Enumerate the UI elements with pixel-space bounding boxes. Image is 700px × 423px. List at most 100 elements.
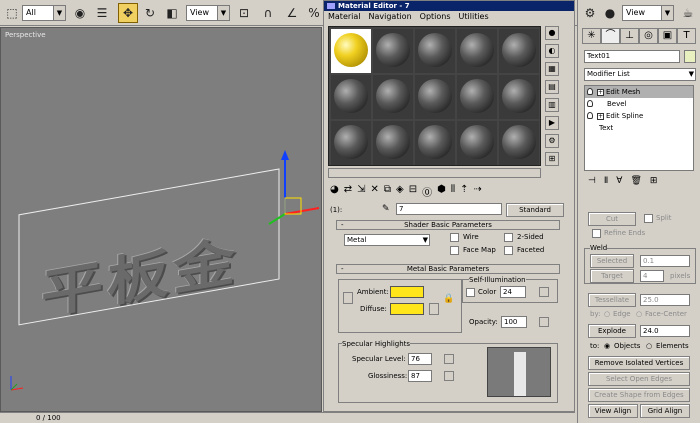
stack-item-edit-mesh[interactable]: + Edit Mesh: [585, 86, 693, 98]
modify-tab-icon[interactable]: ⌒: [601, 28, 620, 44]
shader-dropdown[interactable]: Metal ▼: [344, 234, 430, 246]
face-map-checkbox[interactable]: [450, 246, 459, 255]
wire-checkbox[interactable]: [450, 233, 459, 242]
show-end-result-icon[interactable]: Ⅱ: [604, 176, 608, 190]
create-tab-icon[interactable]: ✳: [582, 28, 601, 44]
sample-slot[interactable]: [499, 75, 539, 119]
refine-ends-checkbox[interactable]: [592, 229, 601, 238]
right-coord-dropdown[interactable]: View ▼: [622, 5, 674, 21]
material-editor-title[interactable]: Material Editor - 7: [324, 1, 574, 11]
expand-icon[interactable]: +: [597, 113, 604, 120]
lightbulb-icon[interactable]: [587, 112, 593, 119]
remove-modifier-icon[interactable]: 🗑: [630, 176, 641, 190]
metal-basic-rollout-header[interactable]: - Metal Basic Parameters: [336, 264, 560, 274]
move-icon[interactable]: ✥: [118, 3, 138, 23]
opacity-map-button[interactable]: [539, 317, 549, 327]
snap-icon[interactable]: ∩: [258, 3, 278, 23]
faceted-checkbox[interactable]: [504, 246, 513, 255]
material-type-button[interactable]: Standard: [506, 203, 564, 217]
perspective-viewport[interactable]: Perspective 平板金: [0, 27, 322, 412]
sample-slot[interactable]: [373, 121, 413, 165]
select-object-icon[interactable]: ◉: [70, 3, 90, 23]
stack-item-edit-spline[interactable]: + Edit Spline: [585, 110, 693, 122]
make-unique-icon[interactable]: ∀: [616, 176, 622, 190]
motion-tab-icon[interactable]: ◎: [639, 28, 658, 44]
make-copy-icon[interactable]: ⧉: [384, 184, 391, 200]
material-effects-channel-icon[interactable]: ⓪: [422, 184, 432, 200]
ambient-color-swatch[interactable]: [390, 286, 424, 298]
hierarchy-tab-icon[interactable]: ⊥: [620, 28, 639, 44]
object-color-swatch[interactable]: [684, 50, 696, 63]
make-unique-icon[interactable]: ◈: [396, 184, 404, 200]
sample-slot[interactable]: [457, 121, 497, 165]
backlight-icon[interactable]: ◐: [545, 44, 559, 58]
glossiness-map-button[interactable]: [444, 371, 454, 381]
diffuse-map-button[interactable]: [429, 303, 439, 315]
show-map-icon[interactable]: ⬢: [437, 184, 446, 200]
edge-radio[interactable]: ○: [604, 310, 610, 318]
shader-basic-rollout-header[interactable]: - Shader Basic Parameters: [336, 220, 560, 230]
menu-options[interactable]: Options: [420, 11, 451, 23]
remove-isolated-vertices-button[interactable]: Remove Isolated Vertices: [588, 356, 690, 370]
rotate-icon[interactable]: ↻: [140, 3, 160, 23]
pin-stack-icon[interactable]: ⊣: [588, 176, 596, 190]
create-shape-from-edges-button[interactable]: Create Shape from Edges: [588, 388, 690, 402]
view-align-button[interactable]: View Align: [588, 404, 638, 418]
sample-slot[interactable]: [415, 121, 455, 165]
angle-snap-icon[interactable]: ∠: [282, 3, 302, 23]
sample-slot[interactable]: [457, 29, 497, 73]
sample-slot[interactable]: [331, 75, 371, 119]
show-end-result-icon[interactable]: ⫴: [451, 184, 455, 200]
sample-slot[interactable]: [415, 75, 455, 119]
specular-level-field[interactable]: 76: [408, 353, 432, 365]
lock-icon[interactable]: 🔒: [443, 294, 454, 304]
self-illum-value-field[interactable]: 24: [500, 286, 526, 298]
cut-button[interactable]: Cut: [588, 212, 636, 226]
sample-slot[interactable]: [415, 29, 455, 73]
select-by-name-icon[interactable]: ☰: [92, 3, 112, 23]
slots-scrollbar[interactable]: [328, 168, 541, 178]
display-tab-icon[interactable]: ▣: [658, 28, 677, 44]
sample-type-icon[interactable]: ●: [545, 26, 559, 40]
object-name-field[interactable]: Text01: [584, 50, 680, 63]
reference-coord-dropdown[interactable]: View ▼: [186, 5, 230, 21]
background-checker-icon[interactable]: ▦: [545, 62, 559, 76]
menu-utilities[interactable]: Utilities: [459, 11, 489, 23]
stack-item-bevel[interactable]: Bevel: [585, 98, 693, 110]
select-region-icon[interactable]: ⬚: [2, 3, 22, 23]
schematic-icon[interactable]: ⚙: [580, 3, 600, 23]
glossiness-field[interactable]: 87: [408, 370, 432, 382]
put-to-scene-icon[interactable]: ⇄: [344, 184, 352, 200]
tessellate-tension-field[interactable]: 25.0: [640, 294, 690, 306]
sample-slot[interactable]: [499, 121, 539, 165]
self-illum-color-checkbox[interactable]: [466, 288, 475, 297]
sample-slot[interactable]: [331, 29, 371, 73]
assign-to-selection-icon[interactable]: ⇲: [357, 184, 365, 200]
pivot-icon[interactable]: ⊡: [234, 3, 254, 23]
configure-sets-icon[interactable]: ⊞: [650, 176, 658, 190]
material-editor-icon[interactable]: ●: [600, 3, 620, 23]
weld-target-button[interactable]: Target: [590, 269, 634, 283]
weld-selected-button[interactable]: Selected: [590, 254, 634, 268]
sample-slot[interactable]: [457, 75, 497, 119]
lightbulb-icon[interactable]: [587, 88, 593, 95]
stack-item-text[interactable]: Text: [585, 122, 693, 134]
select-open-edges-button[interactable]: Select Open Edges: [588, 372, 690, 386]
go-forward-sibling-icon[interactable]: ⇢: [473, 184, 481, 200]
put-to-library-icon[interactable]: ⊟: [409, 184, 417, 200]
scale-icon[interactable]: ◧: [162, 3, 182, 23]
material-name-field[interactable]: 7: [396, 203, 502, 215]
face-center-radio[interactable]: ○: [636, 310, 642, 318]
sample-slot[interactable]: [331, 121, 371, 165]
explode-angle-field[interactable]: 24.0: [640, 325, 690, 337]
select-by-material-icon[interactable]: ⊞: [545, 152, 559, 166]
specular-level-map-button[interactable]: [444, 354, 454, 364]
make-preview-icon[interactable]: ▶: [545, 116, 559, 130]
lightbulb-icon[interactable]: [587, 100, 593, 107]
get-material-icon[interactable]: ◕: [330, 184, 339, 200]
uv-tiling-icon[interactable]: ▤: [545, 80, 559, 94]
two-sided-checkbox[interactable]: [504, 233, 513, 242]
modifier-list-dropdown[interactable]: Modifier List ▼: [584, 68, 696, 81]
sample-slot[interactable]: [373, 75, 413, 119]
video-color-check-icon[interactable]: ▥: [545, 98, 559, 112]
